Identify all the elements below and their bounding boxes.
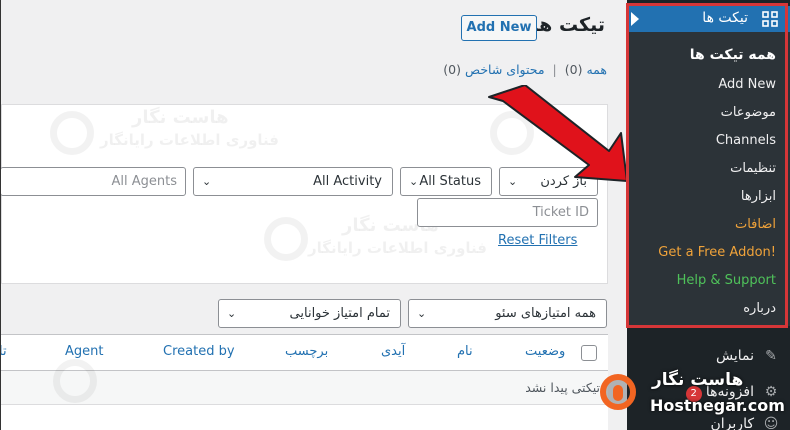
brand-name-fa: هاست نگار	[652, 370, 744, 390]
seo-score-select[interactable]: همه امتیازهای سئو ⌄	[408, 299, 607, 328]
view-separator: |	[552, 62, 557, 77]
column-date[interactable]: تا	[1, 344, 7, 359]
sidebar-item-label: تیکت ها	[702, 10, 748, 26]
tickets-table: وضعیت نام آیدی برچسب Created by Agent تا…	[1, 334, 608, 430]
page-title: تیکت ها	[532, 14, 605, 36]
chevron-down-icon: ⌄	[409, 175, 419, 188]
submenu-add-new[interactable]: Add New	[718, 77, 776, 92]
submenu-topics[interactable]: موضوعات	[721, 105, 776, 120]
brand-logo: هاست نگار Hostnegar.com	[596, 368, 788, 424]
column-agent[interactable]: Agent	[65, 344, 103, 359]
chevron-down-icon: ⌄	[417, 307, 427, 320]
sidebar-item-appearance[interactable]: ✎ نمایش	[716, 348, 780, 364]
watermark-tagline: فناوری اطلاعات رایانگار	[100, 131, 280, 149]
seo-score-value: همه امتیازهای سئو	[495, 306, 596, 321]
brand-logo-icon	[600, 374, 636, 410]
chevron-down-icon: ⌄	[227, 307, 237, 320]
submenu-addons[interactable]: اضافات	[735, 217, 776, 232]
reset-filters-link[interactable]: Reset Filters	[498, 233, 577, 248]
view-all-link[interactable]: همه	[586, 62, 607, 77]
add-new-button[interactable]: Add New	[461, 15, 537, 41]
table-header: وضعیت نام آیدی برچسب Created by Agent تا	[1, 335, 608, 371]
watermark-tagline: فناوری اطلاعات رایانگار	[308, 239, 488, 257]
view-filter-links: همه (0) | محتوای شاخص (0)	[443, 62, 607, 77]
watermark-logo-icon	[264, 217, 308, 261]
column-tag[interactable]: برچسب	[285, 344, 328, 359]
empty-message: تیکتی پیدا نشد	[525, 380, 600, 395]
activity-select[interactable]: All Activity ⌄	[193, 167, 393, 196]
submenu-about[interactable]: درباره	[743, 301, 776, 316]
red-arrow-icon	[488, 85, 627, 182]
submenu-all-tickets[interactable]: همه تیکت ها	[690, 47, 776, 63]
watermark-logo-icon	[50, 111, 94, 155]
agents-field[interactable]: All Agents	[1, 167, 186, 196]
admin-sidebar: تیکت ها همه تیکت ها Add New موضوعات Chan…	[627, 0, 790, 430]
select-all-checkbox[interactable]	[581, 345, 597, 361]
submenu-help-support[interactable]: Help & Support	[677, 273, 776, 288]
tickets-submenu: همه تیکت ها Add New موضوعات Channels تنظ…	[627, 32, 790, 326]
submenu-free-addon[interactable]: Get a Free Addon!	[658, 245, 776, 260]
status-select[interactable]: All Status ⌄	[400, 167, 492, 196]
submenu-channels[interactable]: Channels	[716, 133, 776, 148]
column-status[interactable]: وضعیت	[525, 344, 565, 359]
brush-icon: ✎	[765, 348, 777, 364]
ticket-id-field[interactable]: Ticket ID	[417, 198, 598, 227]
column-id[interactable]: آیدی	[381, 344, 405, 359]
brand-name-en: Hostnegar.com	[650, 396, 785, 415]
sidebar-item-label: نمایش	[715, 348, 754, 364]
view-featured-link[interactable]: محتوای شاخص	[465, 62, 545, 77]
submenu-tools[interactable]: ابزارها	[741, 189, 776, 204]
view-featured-count: (0)	[443, 62, 462, 77]
view-all-count: (0)	[564, 62, 583, 77]
column-created-by[interactable]: Created by	[163, 344, 235, 359]
submenu-settings[interactable]: تنظیمات	[730, 161, 776, 176]
status-value: All Status	[419, 174, 481, 189]
main-content: تیکت ها Add New همه (0) | محتوای شاخص (0…	[0, 0, 627, 430]
column-name[interactable]: نام	[457, 344, 473, 359]
watermark-logo-icon	[53, 359, 97, 403]
watermark-name: هاست نگار	[132, 107, 229, 128]
activity-value: All Activity	[313, 174, 382, 189]
grid-icon	[762, 11, 778, 27]
chevron-down-icon: ⌄	[202, 175, 212, 188]
current-menu-pointer-icon	[631, 12, 639, 26]
readability-select[interactable]: تمام امتیاز خوانایی ⌄	[218, 299, 401, 328]
sidebar-item-tickets[interactable]: تیکت ها	[627, 6, 790, 32]
readability-value: تمام امتیاز خوانایی	[289, 306, 390, 321]
